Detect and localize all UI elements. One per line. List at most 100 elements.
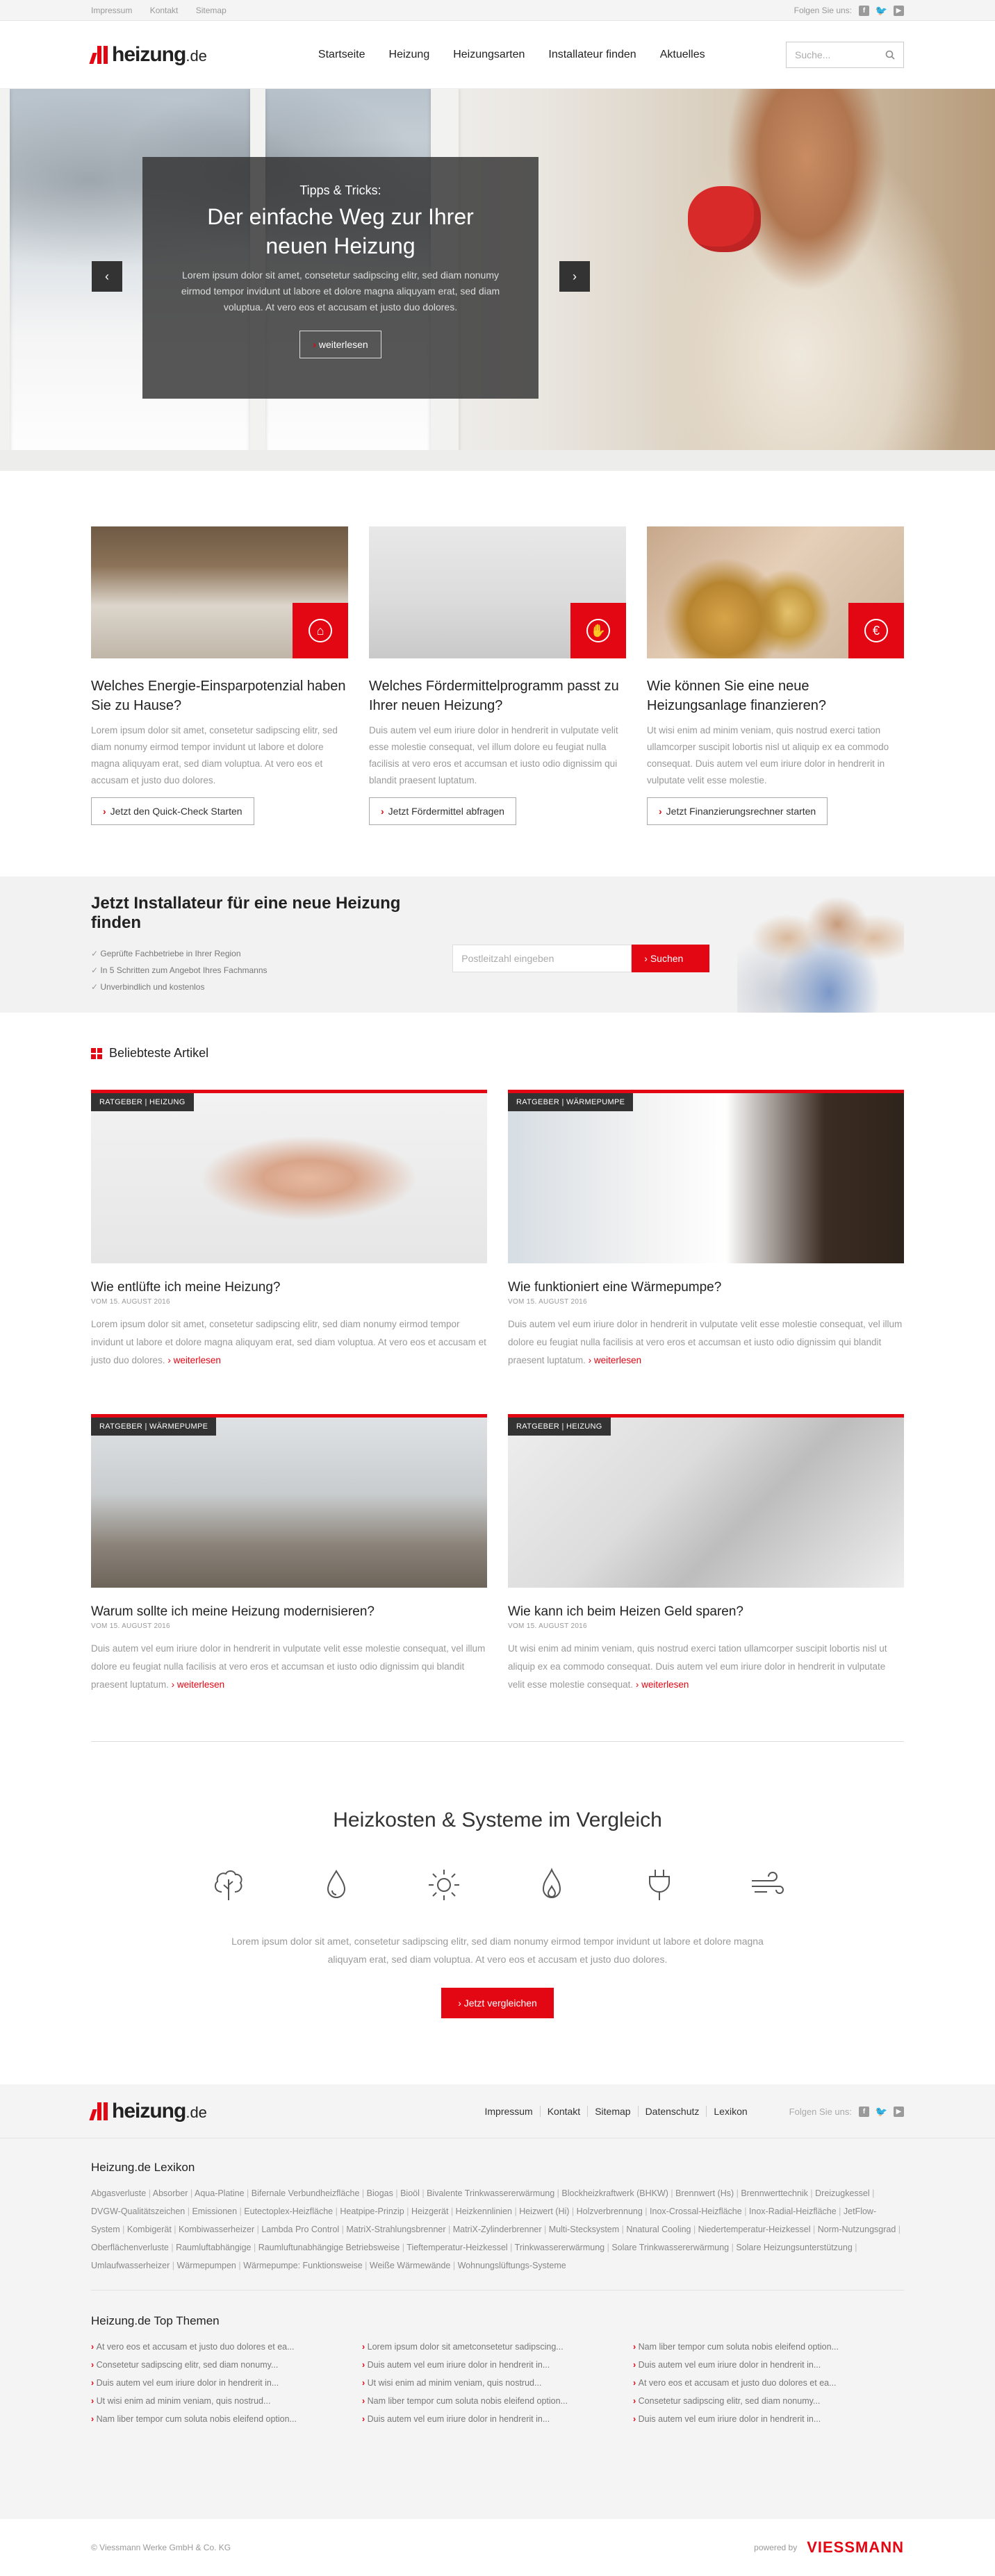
article-readmore-link[interactable]: › weiterlesen (167, 1355, 221, 1365)
top-link-kontakt[interactable]: Kontakt (150, 6, 179, 15)
article-title[interactable]: Wie kann ich beim Heizen Geld sparen? (508, 1604, 904, 1620)
financing-button[interactable]: › Jetzt Finanzierungsrechner starten (647, 797, 828, 825)
lexikon-link[interactable]: Inox-Crossal-Heizfläche (650, 2207, 749, 2216)
search-input[interactable]: Suche... (786, 42, 904, 68)
lexikon-link[interactable]: Absorber (153, 2188, 195, 2198)
article-card[interactable]: RATGEBER | WÄRMEPUMPE Warum sollte ich m… (91, 1414, 487, 1694)
article-title[interactable]: Warum sollte ich meine Heizung modernisi… (91, 1604, 487, 1620)
article-readmore-link[interactable]: › weiterlesen (589, 1355, 642, 1365)
lexikon-link[interactable]: Solare Heizungsunterstützung (736, 2243, 857, 2252)
article-image[interactable]: RATGEBER | HEIZUNG (91, 1090, 487, 1263)
lexikon-link[interactable]: Wärmepumpen (176, 2261, 243, 2270)
facebook-icon[interactable]: f (859, 5, 869, 16)
footer-link-kontakt[interactable]: Kontakt (539, 2106, 587, 2117)
footer-logo[interactable]: heizung.de (89, 2100, 207, 2123)
nav-startseite[interactable]: Startseite (318, 49, 365, 61)
lexikon-link[interactable]: Heatpipe-Prinzip (340, 2207, 411, 2216)
article-card[interactable]: RATGEBER | HEIZUNG Wie kann ich beim Hei… (508, 1414, 904, 1694)
quick-check-button[interactable]: › Jetzt den Quick-Check Starten (91, 797, 254, 825)
nav-heizung[interactable]: Heizung (389, 49, 430, 61)
topic-link[interactable]: At vero eos et accusam et justo duo dolo… (91, 2338, 362, 2356)
lexikon-link[interactable]: Raumluftabhängige (176, 2243, 258, 2252)
lexikon-link[interactable]: Brennwert (Hs) (675, 2188, 741, 2198)
lexikon-link[interactable]: Emissionen (192, 2207, 244, 2216)
nav-aktuelles[interactable]: Aktuelles (660, 49, 705, 61)
topic-link[interactable]: Duis autem vel eum iriure dolor in hendr… (633, 2356, 904, 2374)
lexikon-link[interactable]: Heizkennlinien (456, 2207, 520, 2216)
lexikon-link[interactable]: Inox-Radial-Heizfläche (749, 2207, 844, 2216)
lexikon-link[interactable]: Eutectoplex-Heizfläche (244, 2207, 340, 2216)
article-card[interactable]: RATGEBER | WÄRMEPUMPE Wie funktioniert e… (508, 1090, 904, 1370)
lexikon-link[interactable]: Tieftemperatur-Heizkessel (406, 2243, 514, 2252)
article-image[interactable]: RATGEBER | HEIZUNG (508, 1414, 904, 1588)
footer-link-datenschutz[interactable]: Datenschutz (637, 2106, 707, 2117)
flame-icon[interactable] (531, 1864, 573, 1906)
article-title[interactable]: Wie funktioniert eine Wärmepumpe? (508, 1280, 904, 1295)
search-icon[interactable] (885, 50, 895, 60)
topic-link[interactable]: Duis autem vel eum iriure dolor in hendr… (91, 2374, 362, 2392)
drop-icon[interactable] (315, 1864, 357, 1906)
lexikon-link[interactable]: Kombigerät (127, 2225, 179, 2234)
lexikon-link[interactable]: Trinkwassererwärmung (515, 2243, 612, 2252)
article-image[interactable]: RATGEBER | WÄRMEPUMPE (508, 1090, 904, 1263)
lexikon-link[interactable]: Multi-Stecksystem (549, 2225, 627, 2234)
topic-link[interactable]: At vero eos et accusam et justo duo dolo… (633, 2374, 904, 2392)
sun-icon[interactable] (423, 1864, 465, 1906)
lexikon-link[interactable]: Heizgerät (411, 2207, 456, 2216)
lexikon-link[interactable]: Bioöl (400, 2188, 427, 2198)
facebook-icon[interactable]: f (859, 2106, 869, 2117)
lexikon-link[interactable]: Umlaufwasserheizer (91, 2261, 176, 2270)
lexikon-link[interactable]: MatriX-Strahlungsbrenner (346, 2225, 452, 2234)
lexikon-link[interactable]: Kombiwasserheizer (179, 2225, 261, 2234)
topic-link[interactable]: Ut wisi enim ad minim veniam, quis nostr… (362, 2374, 633, 2392)
article-readmore-link[interactable]: › weiterlesen (172, 1679, 225, 1690)
lexikon-link[interactable]: Bivalente Trinkwassererwärmung (427, 2188, 561, 2198)
topic-link[interactable]: Consetetur sadipscing elitr, sed diam no… (91, 2356, 362, 2374)
footer-link-sitemap[interactable]: Sitemap (587, 2106, 637, 2117)
footer-link-lexikon[interactable]: Lexikon (706, 2106, 754, 2117)
lexikon-link[interactable]: Solare Trinkwassererwärmung (611, 2243, 736, 2252)
site-logo[interactable]: heizung.de (89, 43, 207, 67)
twitter-icon[interactable]: 🐦 (875, 5, 887, 16)
youtube-icon[interactable]: ▶ (894, 2106, 904, 2117)
lexikon-link[interactable]: Biogas (367, 2188, 400, 2198)
viessmann-logo[interactable]: VIESSMANN (807, 2538, 904, 2557)
topic-link[interactable]: Nam liber tempor cum soluta nobis eleife… (91, 2410, 362, 2428)
twitter-icon[interactable]: 🐦 (875, 2106, 887, 2117)
article-title[interactable]: Wie entlüfte ich meine Heizung? (91, 1280, 487, 1295)
postcode-input[interactable]: Postleitzahl eingeben (452, 945, 632, 972)
funding-button[interactable]: › Jetzt Fördermittel abfragen (369, 797, 516, 825)
lexikon-link[interactable]: Norm-Nutzungsgrad (818, 2225, 901, 2234)
tree-icon[interactable] (208, 1864, 249, 1906)
topic-link[interactable]: Duis autem vel eum iriure dolor in hendr… (362, 2356, 633, 2374)
plug-icon[interactable] (639, 1864, 680, 1906)
nav-installateur[interactable]: Installateur finden (548, 49, 636, 61)
footer-link-impressum[interactable]: Impressum (477, 2106, 539, 2117)
lexikon-link[interactable]: DVGW-Qualitätszeichen (91, 2207, 192, 2216)
lexikon-link[interactable]: Wärmepumpe: Funktionsweise (243, 2261, 370, 2270)
topic-link[interactable]: Ut wisi enim ad minim veniam, quis nostr… (91, 2392, 362, 2410)
lexikon-link[interactable]: Nnatural Cooling (626, 2225, 698, 2234)
article-image[interactable]: RATGEBER | WÄRMEPUMPE (91, 1414, 487, 1588)
nav-heizungsarten[interactable]: Heizungsarten (453, 49, 525, 61)
slider-next-button[interactable]: › (559, 261, 590, 292)
postcode-search-button[interactable]: › Suchen (632, 945, 710, 972)
topic-link[interactable]: Nam liber tempor cum soluta nobis eleife… (362, 2392, 633, 2410)
topic-link[interactable]: Lorem ipsum dolor sit ametconsetetur sad… (362, 2338, 633, 2356)
lexikon-link[interactable]: Heizwert (Hi) (519, 2207, 576, 2216)
wind-icon[interactable] (746, 1864, 788, 1906)
lexikon-link[interactable]: Weiße Wärmewände (370, 2261, 458, 2270)
slider-prev-button[interactable]: ‹ (92, 261, 122, 292)
lexikon-link[interactable]: Wohnungslüftungs-Systeme (458, 2261, 566, 2270)
lexikon-link[interactable]: Aqua-Platine (195, 2188, 252, 2198)
lexikon-link[interactable]: Raumluftunabhängige Betriebsweise (258, 2243, 407, 2252)
lexikon-link[interactable]: Blockheizkraftwerk (BHKW) (561, 2188, 675, 2198)
lexikon-link[interactable]: Oberflächenverluste (91, 2243, 176, 2252)
top-link-sitemap[interactable]: Sitemap (196, 6, 227, 15)
lexikon-link[interactable]: MatriX-Zylinderbrenner (453, 2225, 549, 2234)
lexikon-link[interactable]: Abgasverluste (91, 2188, 153, 2198)
topic-link[interactable]: Nam liber tempor cum soluta nobis eleife… (633, 2338, 904, 2356)
article-readmore-link[interactable]: › weiterlesen (636, 1679, 689, 1690)
compare-button[interactable]: › Jetzt vergleichen (441, 1988, 554, 2018)
youtube-icon[interactable]: ▶ (894, 5, 904, 16)
